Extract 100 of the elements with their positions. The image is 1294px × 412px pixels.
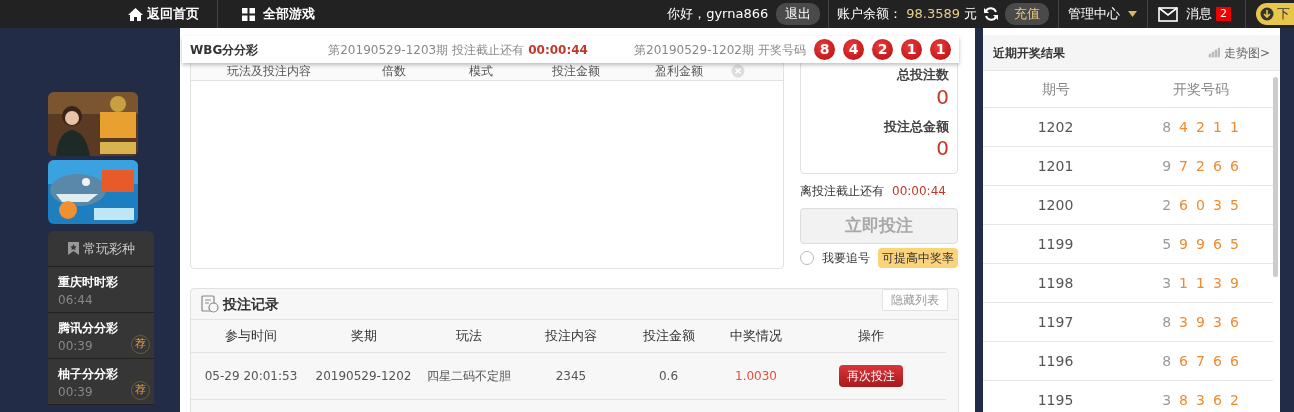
- digit-text: 1: [1212, 117, 1222, 137]
- home-icon: [128, 7, 143, 21]
- game-item[interactable]: 柚子分分彩 00:39 荐: [48, 359, 154, 405]
- download-icon: [1260, 7, 1274, 21]
- currency-label: 元: [964, 5, 977, 24]
- balance-value: 98.3589: [906, 5, 960, 24]
- column-header: 期号: [1040, 79, 1071, 99]
- digit-text: 1: [1196, 273, 1205, 293]
- trend-link[interactable]: 走势图>: [1223, 43, 1270, 62]
- countdown-text: 00:39: [58, 384, 93, 401]
- digit-text: 7: [1196, 351, 1205, 371]
- number-ball: 8: [814, 39, 835, 60]
- total-amount-value: 0: [935, 136, 949, 160]
- logout-button[interactable]: 退出: [776, 3, 821, 25]
- countdown-text: 00:00:44: [528, 41, 588, 59]
- game-item[interactable]: 重庆时时彩 06:44: [48, 267, 154, 313]
- issue-text: 第20190529-1202期: [634, 41, 754, 59]
- document-icon: [201, 295, 219, 313]
- digit-text: 6: [1212, 390, 1222, 410]
- countdown-text: 00:39: [58, 338, 93, 355]
- digit-text: 8: [1162, 117, 1172, 137]
- digit-text: 3: [1196, 390, 1205, 410]
- caret-down-icon: [1128, 11, 1137, 17]
- issue-text: 第20190529-1203期: [328, 41, 449, 59]
- all-games-link[interactable]: 全部游戏: [242, 4, 315, 24]
- column-header: 模式: [468, 62, 494, 80]
- digit-text: 5: [1229, 234, 1239, 254]
- scrollbar[interactable]: [1273, 77, 1278, 277]
- number-ball: 1: [930, 39, 951, 60]
- table-cell: 20190529-1202: [311, 353, 416, 400]
- number-ball: 4: [843, 39, 864, 60]
- table-cell-text: 1199: [1036, 234, 1075, 254]
- table-cell-text: 1197: [1036, 312, 1075, 332]
- total-count-value: 0: [935, 84, 949, 109]
- greeting-text: 你好，gyrna866: [667, 5, 769, 24]
- digit-text: 7: [1179, 156, 1189, 176]
- bet-again-button[interactable]: 再次投注: [839, 365, 903, 387]
- column-header: 投注金额: [621, 320, 716, 353]
- digit-text: 6: [1212, 156, 1222, 176]
- digit-text: 3: [1212, 312, 1222, 332]
- game-name: 重庆时时彩: [58, 274, 119, 291]
- label-text: 投注总金额: [882, 117, 949, 136]
- bookmark-icon: [67, 242, 79, 255]
- digit-text: 9: [1229, 273, 1239, 293]
- table-cell: 0.6: [621, 353, 716, 400]
- table-cell-text: 1196: [1036, 351, 1075, 371]
- column-header: 奖期: [311, 320, 416, 353]
- digit-text: 9: [1196, 312, 1205, 332]
- game-name: 腾讯分分彩: [58, 320, 119, 337]
- digit-text: 0: [1196, 195, 1205, 215]
- clear-icon[interactable]: [731, 63, 745, 78]
- table-cell: 四星二码不定胆: [416, 353, 521, 400]
- table-cell-text: 1202: [1036, 117, 1075, 137]
- column-header: 玩法: [416, 320, 521, 353]
- column-header: 操作: [796, 320, 946, 353]
- refresh-icon[interactable]: [983, 6, 999, 22]
- digit-text: 1: [1179, 273, 1189, 293]
- game-item[interactable]: 腾讯分分彩 00:39 荐: [48, 313, 154, 359]
- message-count-badge: 2: [1216, 7, 1231, 21]
- digit-text: 2: [1196, 117, 1205, 137]
- column-header: 中奖情况: [716, 320, 796, 353]
- recharge-button[interactable]: 充值: [1005, 3, 1049, 25]
- home-link[interactable]: 返回首页: [128, 4, 199, 24]
- management-link[interactable]: 管理中心: [1068, 4, 1137, 24]
- digit-text: 3: [1179, 312, 1189, 332]
- section-title: 投注记录: [223, 294, 279, 314]
- digit-text: 2: [1229, 390, 1239, 410]
- digit-text: 8: [1162, 312, 1172, 332]
- digit-text: 6: [1179, 195, 1189, 215]
- download-button[interactable]: 下: [1256, 3, 1294, 25]
- table-cell-text: 1201: [1036, 156, 1075, 176]
- section-title: 常玩彩种: [82, 239, 135, 258]
- table-cell-text: 1195: [1036, 390, 1075, 410]
- table-cell: 05-29 20:01:53: [191, 353, 311, 400]
- column-header: 倍数: [380, 62, 407, 80]
- column-header: 玩法及投注内容: [225, 62, 312, 80]
- digit-text: 9: [1196, 234, 1205, 254]
- countdown-text: 06:44: [58, 292, 93, 309]
- digit-text: 6: [1229, 312, 1239, 332]
- panel-title: 近期开奖结果: [993, 44, 1065, 62]
- column-header: 投注内容: [521, 320, 621, 353]
- messages-link[interactable]: 消息: [1158, 4, 1212, 24]
- digit-text: 9: [1162, 156, 1172, 176]
- table-cell-text: 1200: [1036, 195, 1075, 215]
- digit-text: 6: [1212, 234, 1222, 254]
- digit-text: 2: [1162, 195, 1172, 215]
- number-ball: 1: [901, 39, 922, 60]
- digit-text: 3: [1212, 195, 1222, 215]
- table-cell: 2345: [521, 353, 621, 400]
- digit-text: 2: [1196, 156, 1205, 176]
- countdown-text: 00:00:44: [892, 183, 946, 200]
- digit-text: 1: [1229, 117, 1239, 137]
- chase-label: 我要追号: [822, 250, 870, 267]
- number-ball: 2: [872, 39, 893, 60]
- digit-text: 4: [1179, 117, 1189, 137]
- grid-icon: [242, 7, 255, 21]
- digit-text: 8: [1162, 351, 1172, 371]
- digit-text: 5: [1162, 234, 1172, 254]
- label-text: 总投注数: [895, 66, 949, 84]
- digit-text: 6: [1179, 351, 1189, 371]
